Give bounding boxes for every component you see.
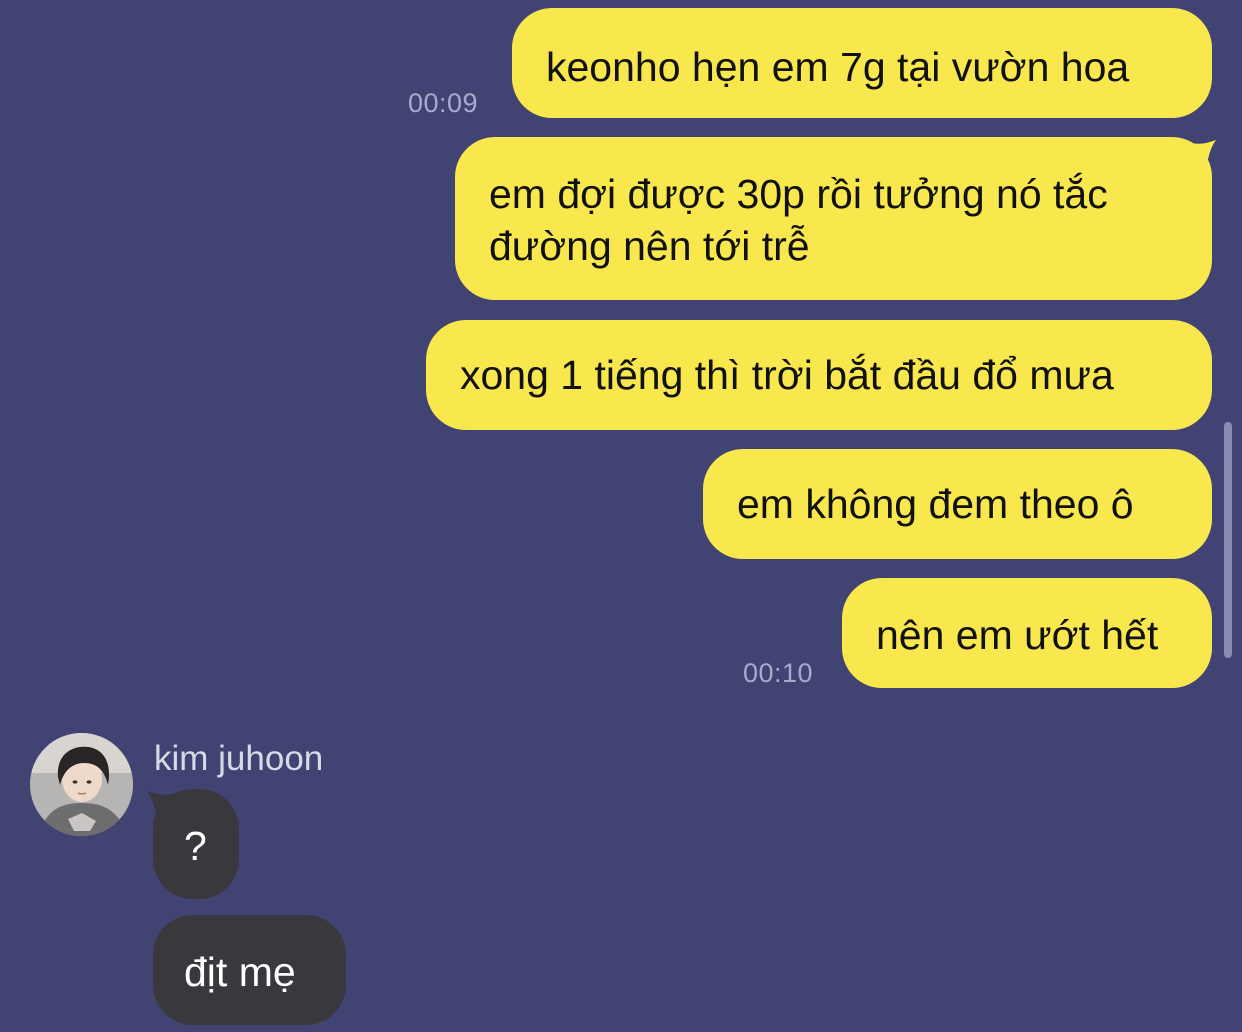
- message-text-line: em đợi được 30p rồi tưởng nó tắc: [489, 171, 1108, 217]
- message-timestamp: 00:10: [743, 658, 814, 688]
- outgoing-message-bubble[interactable]: xong 1 tiếng thì trời bắt đầu đổ mưa: [426, 320, 1212, 430]
- message-text: nên em ướt hết: [876, 612, 1159, 658]
- contact-avatar[interactable]: [30, 733, 133, 836]
- message-text: em không đem theo ô: [737, 481, 1134, 527]
- scrollbar-thumb[interactable]: [1224, 422, 1232, 658]
- incoming-message-bubble[interactable]: địt mẹ: [153, 915, 346, 1025]
- message-text-line: đường nên tới trễ: [489, 223, 810, 269]
- outgoing-message-bubble[interactable]: em không đem theo ô: [703, 449, 1212, 559]
- outgoing-message-bubble[interactable]: keonho hẹn em 7g tại vườn hoa: [512, 8, 1212, 118]
- message-text: địt mẹ: [184, 949, 296, 995]
- outgoing-message-bubble[interactable]: em đợi được 30p rồi tưởng nó tắc đường n…: [455, 137, 1212, 300]
- message-text: ?: [184, 823, 207, 869]
- contact-name: kim juhoon: [154, 739, 324, 778]
- message-text: xong 1 tiếng thì trời bắt đầu đổ mưa: [460, 352, 1114, 398]
- bubble-tail-icon: [1188, 140, 1216, 170]
- message-text: keonho hẹn em 7g tại vườn hoa: [546, 44, 1130, 90]
- message-timestamp: 00:09: [408, 88, 479, 118]
- profile-photo-avatar-icon: [30, 733, 133, 836]
- outgoing-message-bubble[interactable]: nên em ướt hết: [842, 578, 1212, 688]
- incoming-message-bubble[interactable]: ?: [153, 789, 239, 899]
